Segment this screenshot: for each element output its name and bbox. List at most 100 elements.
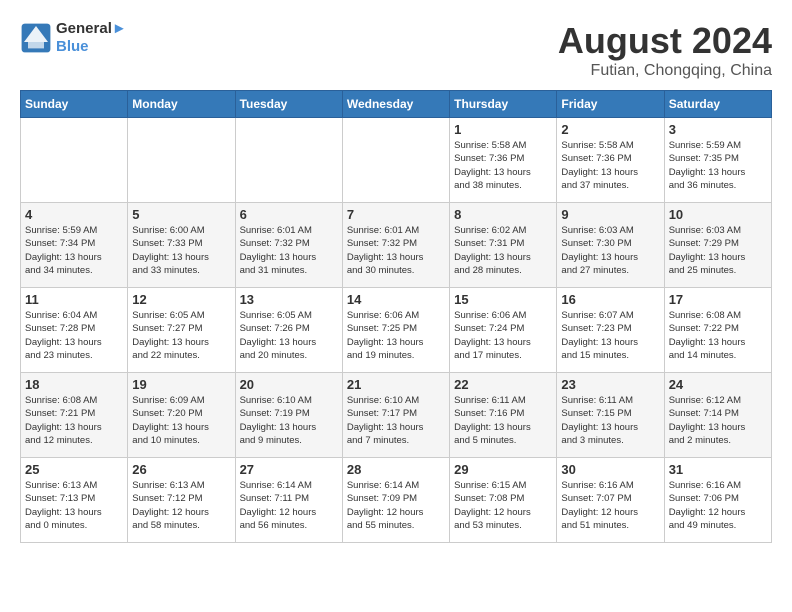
day-number: 15 (454, 292, 552, 307)
day-info: Sunrise: 6:03 AM Sunset: 7:30 PM Dayligh… (561, 224, 659, 277)
day-number: 2 (561, 122, 659, 137)
day-info: Sunrise: 6:06 AM Sunset: 7:24 PM Dayligh… (454, 309, 552, 362)
day-number: 13 (240, 292, 338, 307)
day-number: 12 (132, 292, 230, 307)
day-number: 25 (25, 462, 123, 477)
day-info: Sunrise: 6:04 AM Sunset: 7:28 PM Dayligh… (25, 309, 123, 362)
day-number: 1 (454, 122, 552, 137)
day-info: Sunrise: 6:01 AM Sunset: 7:32 PM Dayligh… (240, 224, 338, 277)
calendar-cell: 27 Sunrise: 6:14 AM Sunset: 7:11 PM Dayli… (235, 458, 342, 543)
logo-text: General► (56, 20, 127, 38)
day-number: 5 (132, 207, 230, 222)
calendar-cell: 6Sunrise: 6:01 AM Sunset: 7:32 PM Daylig… (235, 203, 342, 288)
day-number: 23 (561, 377, 659, 392)
day-number: 8 (454, 207, 552, 222)
day-info: Sunrise: 6:05 AM Sunset: 7:27 PM Dayligh… (132, 309, 230, 362)
day-info: Sunrise: 6:11 AM Sunset: 7:16 PM Dayligh… (454, 394, 552, 447)
day-info: Sunrise: 6:08 AM Sunset: 7:21 PM Dayligh… (25, 394, 123, 447)
day-number: 29 (454, 462, 552, 477)
day-info: Sunrise: 6:10 AM Sunset: 7:19 PM Dayligh… (240, 394, 338, 447)
calendar-cell: 13 Sunrise: 6:05 AM Sunset: 7:26 PM Dayli… (235, 288, 342, 373)
calendar-cell: 30 Sunrise: 6:16 AM Sunset: 7:07 PM Dayli… (557, 458, 664, 543)
calendar-cell: 17Sunrise: 6:08 AM Sunset: 7:22 PM Dayli… (664, 288, 771, 373)
calendar-cell: 19 Sunrise: 6:09 AM Sunset: 7:20 PM Dayli… (128, 373, 235, 458)
day-number: 4 (25, 207, 123, 222)
calendar-cell (342, 118, 449, 203)
calendar-cell: 7 Sunrise: 6:01 AM Sunset: 7:32 PM Daylig… (342, 203, 449, 288)
day-info: Sunrise: 5:58 AM Sunset: 7:36 PM Dayligh… (454, 139, 552, 192)
calendar-cell: 4Sunrise: 5:59 AM Sunset: 7:34 PM Daylig… (21, 203, 128, 288)
day-number: 30 (561, 462, 659, 477)
calendar-cell: 28 Sunrise: 6:14 AM Sunset: 7:09 PM Dayli… (342, 458, 449, 543)
calendar-cell: 11Sunrise: 6:04 AM Sunset: 7:28 PM Dayli… (21, 288, 128, 373)
logo: General► Blue (20, 20, 127, 56)
calendar-cell: 15 Sunrise: 6:06 AM Sunset: 7:24 PM Dayli… (450, 288, 557, 373)
day-number: 19 (132, 377, 230, 392)
day-number: 20 (240, 377, 338, 392)
col-header-saturday: Saturday (664, 91, 771, 118)
main-title: August 2024 (558, 20, 772, 62)
calendar-cell: 23 Sunrise: 6:11 AM Sunset: 7:15 PM Dayli… (557, 373, 664, 458)
calendar-cell: 12 Sunrise: 6:05 AM Sunset: 7:27 PM Dayli… (128, 288, 235, 373)
col-header-monday: Monday (128, 91, 235, 118)
day-info: Sunrise: 6:05 AM Sunset: 7:26 PM Dayligh… (240, 309, 338, 362)
calendar-cell: 18Sunrise: 6:08 AM Sunset: 7:21 PM Dayli… (21, 373, 128, 458)
day-number: 22 (454, 377, 552, 392)
day-number: 14 (347, 292, 445, 307)
day-number: 27 (240, 462, 338, 477)
day-info: Sunrise: 6:06 AM Sunset: 7:25 PM Dayligh… (347, 309, 445, 362)
calendar-cell: 14 Sunrise: 6:06 AM Sunset: 7:25 PM Dayli… (342, 288, 449, 373)
calendar-cell (235, 118, 342, 203)
week-row-1: 1 Sunrise: 5:58 AM Sunset: 7:36 PM Daylig… (21, 118, 772, 203)
day-number: 21 (347, 377, 445, 392)
col-header-wednesday: Wednesday (342, 91, 449, 118)
calendar-cell: 21 Sunrise: 6:10 AM Sunset: 7:17 PM Dayli… (342, 373, 449, 458)
day-info: Sunrise: 6:11 AM Sunset: 7:15 PM Dayligh… (561, 394, 659, 447)
day-number: 26 (132, 462, 230, 477)
day-info: Sunrise: 6:03 AM Sunset: 7:29 PM Dayligh… (669, 224, 767, 277)
day-number: 7 (347, 207, 445, 222)
day-info: Sunrise: 6:13 AM Sunset: 7:13 PM Dayligh… (25, 479, 123, 532)
day-info: Sunrise: 6:09 AM Sunset: 7:20 PM Dayligh… (132, 394, 230, 447)
calendar-cell: 20 Sunrise: 6:10 AM Sunset: 7:19 PM Dayli… (235, 373, 342, 458)
week-row-3: 11Sunrise: 6:04 AM Sunset: 7:28 PM Dayli… (21, 288, 772, 373)
calendar-cell: 22 Sunrise: 6:11 AM Sunset: 7:16 PM Dayli… (450, 373, 557, 458)
day-info: Sunrise: 6:14 AM Sunset: 7:09 PM Dayligh… (347, 479, 445, 532)
calendar-cell: 1 Sunrise: 5:58 AM Sunset: 7:36 PM Daylig… (450, 118, 557, 203)
day-info: Sunrise: 6:13 AM Sunset: 7:12 PM Dayligh… (132, 479, 230, 532)
day-number: 24 (669, 377, 767, 392)
day-info: Sunrise: 6:16 AM Sunset: 7:06 PM Dayligh… (669, 479, 767, 532)
day-number: 9 (561, 207, 659, 222)
calendar-cell: 16Sunrise: 6:07 AM Sunset: 7:23 PM Dayli… (557, 288, 664, 373)
day-info: Sunrise: 6:02 AM Sunset: 7:31 PM Dayligh… (454, 224, 552, 277)
col-header-sunday: Sunday (21, 91, 128, 118)
day-info: Sunrise: 6:15 AM Sunset: 7:08 PM Dayligh… (454, 479, 552, 532)
day-number: 17 (669, 292, 767, 307)
day-number: 28 (347, 462, 445, 477)
col-header-thursday: Thursday (450, 91, 557, 118)
calendar-cell: 2 Sunrise: 5:58 AM Sunset: 7:36 PM Daylig… (557, 118, 664, 203)
logo-blue: Blue (56, 38, 127, 56)
day-info: Sunrise: 6:16 AM Sunset: 7:07 PM Dayligh… (561, 479, 659, 532)
calendar-cell: 24 Sunrise: 6:12 AM Sunset: 7:14 PM Dayli… (664, 373, 771, 458)
header: General► Blue August 2024 Futian, Chongq… (20, 20, 772, 80)
calendar-body: 1 Sunrise: 5:58 AM Sunset: 7:36 PM Daylig… (21, 118, 772, 543)
title-section: August 2024 Futian, Chongqing, China (558, 20, 772, 80)
calendar-cell: 9 Sunrise: 6:03 AM Sunset: 7:30 PM Daylig… (557, 203, 664, 288)
day-info: Sunrise: 6:14 AM Sunset: 7:11 PM Dayligh… (240, 479, 338, 532)
day-info: Sunrise: 6:01 AM Sunset: 7:32 PM Dayligh… (347, 224, 445, 277)
week-row-5: 25 Sunrise: 6:13 AM Sunset: 7:13 PM Dayli… (21, 458, 772, 543)
calendar-cell: 31Sunrise: 6:16 AM Sunset: 7:06 PM Dayli… (664, 458, 771, 543)
calendar-header-row: SundayMondayTuesdayWednesdayThursdayFrid… (21, 91, 772, 118)
day-info: Sunrise: 6:12 AM Sunset: 7:14 PM Dayligh… (669, 394, 767, 447)
day-info: Sunrise: 5:58 AM Sunset: 7:36 PM Dayligh… (561, 139, 659, 192)
calendar-cell (21, 118, 128, 203)
day-info: Sunrise: 6:10 AM Sunset: 7:17 PM Dayligh… (347, 394, 445, 447)
calendar-cell: 8 Sunrise: 6:02 AM Sunset: 7:31 PM Daylig… (450, 203, 557, 288)
calendar-cell: 25 Sunrise: 6:13 AM Sunset: 7:13 PM Dayli… (21, 458, 128, 543)
day-number: 16 (561, 292, 659, 307)
day-info: Sunrise: 6:00 AM Sunset: 7:33 PM Dayligh… (132, 224, 230, 277)
week-row-2: 4Sunrise: 5:59 AM Sunset: 7:34 PM Daylig… (21, 203, 772, 288)
col-header-tuesday: Tuesday (235, 91, 342, 118)
logo-icon (20, 22, 52, 54)
